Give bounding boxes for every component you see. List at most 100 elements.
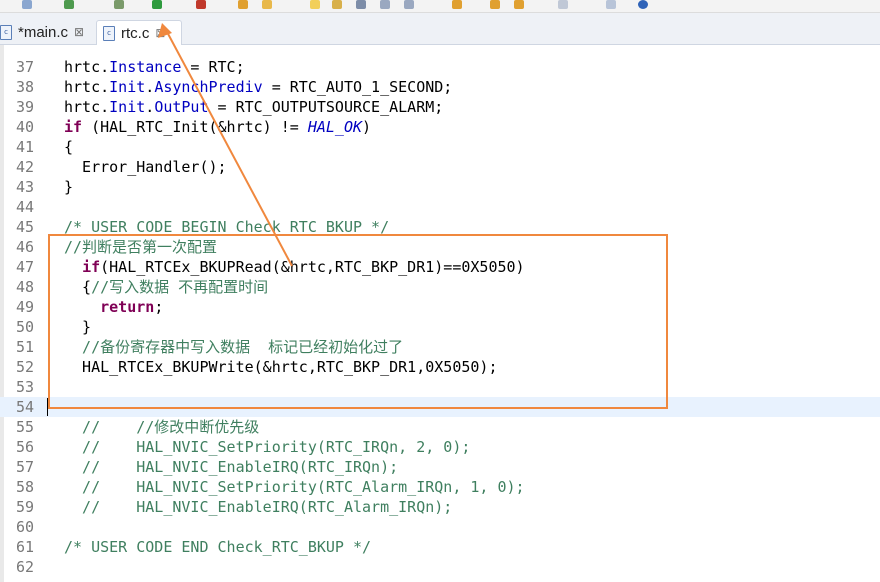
code-text[interactable]: Error_Handler();: [64, 157, 227, 177]
code-text[interactable]: {: [64, 137, 73, 157]
text-caret: [47, 398, 48, 416]
toolbar-icon[interactable]: [404, 0, 414, 9]
code-line[interactable]: 48 {//写入数据 不再配置时间: [0, 277, 880, 297]
toolbar-icon[interactable]: [332, 0, 342, 9]
code-line[interactable]: 41 {: [0, 137, 880, 157]
code-line[interactable]: 42 Error_Handler();: [0, 157, 880, 177]
code-line[interactable]: 44: [0, 197, 880, 217]
code-text[interactable]: {//写入数据 不再配置时间: [64, 277, 268, 297]
line-number: 44: [15, 198, 34, 216]
toolbar-icon[interactable]: [356, 0, 366, 9]
code-text[interactable]: /* USER CODE END Check_RTC_BKUP */: [64, 537, 371, 557]
code-line[interactable]: 45 /* USER CODE BEGIN Check_RTC_BKUP */: [0, 217, 880, 237]
code-line[interactable]: 38 hrtc.Init.AsynchPrediv = RTC_AUTO_1_SE…: [0, 77, 880, 97]
line-number: 47: [15, 258, 34, 276]
code-text[interactable]: if (HAL_RTC_Init(&hrtc) != HAL_OK): [64, 117, 371, 137]
line-number: 38: [15, 78, 34, 96]
line-number: 54: [15, 398, 34, 416]
code-text[interactable]: hrtc.Init.AsynchPrediv = RTC_AUTO_1_SECO…: [64, 77, 452, 97]
code-text[interactable]: hrtc.Instance = RTC;: [64, 57, 245, 77]
code-text[interactable]: }: [64, 317, 91, 337]
line-number: 45: [15, 218, 34, 236]
code-line[interactable]: 59 // HAL_NVIC_EnableIRQ(RTC_Alarm_IRQn)…: [0, 497, 880, 517]
code-text[interactable]: // HAL_NVIC_SetPriority(RTC_IRQn, 2, 0);: [64, 437, 470, 457]
code-line[interactable]: 40 if (HAL_RTC_Init(&hrtc) != HAL_OK): [0, 117, 880, 137]
line-number: 60: [15, 518, 34, 536]
toolbar-icon[interactable]: [22, 0, 32, 9]
code-line[interactable]: 60: [0, 517, 880, 537]
code-text[interactable]: return;: [64, 297, 163, 317]
toolbar-icon[interactable]: [490, 0, 500, 9]
toolbar-icon[interactable]: [114, 0, 124, 9]
code-line[interactable]: 37 hrtc.Instance = RTC;: [0, 57, 880, 77]
code-line[interactable]: 55 // //修改中断优先级: [0, 417, 880, 437]
tab-main-c[interactable]: c *main.c ⊠: [0, 20, 92, 44]
code-line[interactable]: 57 // HAL_NVIC_EnableIRQ(RTC_IRQn);: [0, 457, 880, 477]
close-icon[interactable]: ⊠: [74, 25, 84, 39]
line-number: 37: [15, 58, 34, 76]
code-line[interactable]: 50 }: [0, 317, 880, 337]
line-number: 52: [15, 358, 34, 376]
line-number: 40: [15, 118, 34, 136]
code-text[interactable]: hrtc.Init.OutPut = RTC_OUTPUTSOURCE_ALAR…: [64, 97, 443, 117]
line-number: 51: [15, 338, 34, 356]
code-line[interactable]: 58 // HAL_NVIC_SetPriority(RTC_Alarm_IRQ…: [0, 477, 880, 497]
code-line[interactable]: 52 HAL_RTCEx_BKUPWrite(&hrtc,RTC_BKP_DR1…: [0, 357, 880, 377]
toolbar-icon[interactable]: [310, 0, 320, 9]
code-text[interactable]: if(HAL_RTCEx_BKUPRead(&hrtc,RTC_BKP_DR1)…: [64, 257, 525, 277]
code-text[interactable]: /* USER CODE BEGIN Check_RTC_BKUP */: [64, 217, 389, 237]
code-text[interactable]: }: [64, 177, 73, 197]
close-icon[interactable]: ⊠: [155, 26, 165, 40]
line-number: 49: [15, 298, 34, 316]
info-icon[interactable]: [638, 0, 648, 9]
tab-label: *main.c: [18, 23, 69, 41]
code-line[interactable]: 53: [0, 377, 880, 397]
code-text[interactable]: //备份寄存器中写入数据 标记已经初始化过了: [64, 337, 403, 357]
toolbar-icon[interactable]: [64, 0, 74, 9]
code-line[interactable]: 54: [0, 397, 880, 417]
code-line[interactable]: 61 /* USER CODE END Check_RTC_BKUP */: [0, 537, 880, 557]
toolbar-icon[interactable]: [558, 0, 568, 9]
code-text[interactable]: // //修改中断优先级: [64, 417, 259, 437]
code-line[interactable]: 39 hrtc.Init.OutPut = RTC_OUTPUTSOURCE_AL…: [0, 97, 880, 117]
code-line[interactable]: 43}: [0, 177, 880, 197]
line-number: 46: [15, 238, 34, 256]
code-text[interactable]: HAL_RTCEx_BKUPWrite(&hrtc,RTC_BKP_DR1,0X…: [64, 357, 497, 377]
line-number: 53: [15, 378, 34, 396]
code-line[interactable]: 51 //备份寄存器中写入数据 标记已经初始化过了: [0, 337, 880, 357]
line-number: 43: [15, 178, 34, 196]
toolbar-icon[interactable]: [262, 0, 272, 9]
code-line[interactable]: 56 // HAL_NVIC_SetPriority(RTC_IRQn, 2, …: [0, 437, 880, 457]
toolbar-icon[interactable]: [238, 0, 248, 9]
line-number: 56: [15, 438, 34, 456]
line-number: 57: [15, 458, 34, 476]
toolbar-icon[interactable]: [452, 0, 462, 9]
code-text[interactable]: // HAL_NVIC_EnableIRQ(RTC_IRQn);: [64, 457, 398, 477]
code-line[interactable]: 46 //判断是否第一次配置: [0, 237, 880, 257]
code-text[interactable]: // HAL_NVIC_SetPriority(RTC_Alarm_IRQn, …: [64, 477, 525, 497]
line-number: 62: [15, 558, 34, 576]
line-number: 39: [15, 98, 34, 116]
toolbar-icon[interactable]: [380, 0, 390, 9]
code-line[interactable]: 62: [0, 557, 880, 577]
c-file-icon: c: [0, 24, 12, 40]
code-text[interactable]: // HAL_NVIC_EnableIRQ(RTC_Alarm_IRQn);: [64, 497, 452, 517]
line-number: 48: [15, 278, 34, 296]
editor-tab-bar: c *main.c ⊠ c rtc.c ⊠: [0, 13, 880, 45]
toolbar-icon[interactable]: [606, 0, 616, 9]
line-number: 58: [15, 478, 34, 496]
code-line[interactable]: 47 if(HAL_RTCEx_BKUPRead(&hrtc,RTC_BKP_D…: [0, 257, 880, 277]
c-file-icon: c: [103, 25, 115, 41]
line-number: 50: [15, 318, 34, 336]
code-text[interactable]: //判断是否第一次配置: [64, 237, 217, 257]
toolbar-icon[interactable]: [152, 0, 162, 9]
toolbar-icon[interactable]: [196, 0, 206, 9]
main-toolbar: [0, 0, 880, 13]
code-editor[interactable]: 37 hrtc.Instance = RTC; 38 hrtc.Init.Asynch…: [0, 45, 880, 582]
code-line[interactable]: 49 return;: [0, 297, 880, 317]
toolbar-icon[interactable]: [514, 0, 524, 9]
line-number: 41: [15, 138, 34, 156]
line-number: 42: [15, 158, 34, 176]
line-number: 61: [15, 538, 34, 556]
tab-rtc-c[interactable]: c rtc.c ⊠: [96, 20, 182, 45]
